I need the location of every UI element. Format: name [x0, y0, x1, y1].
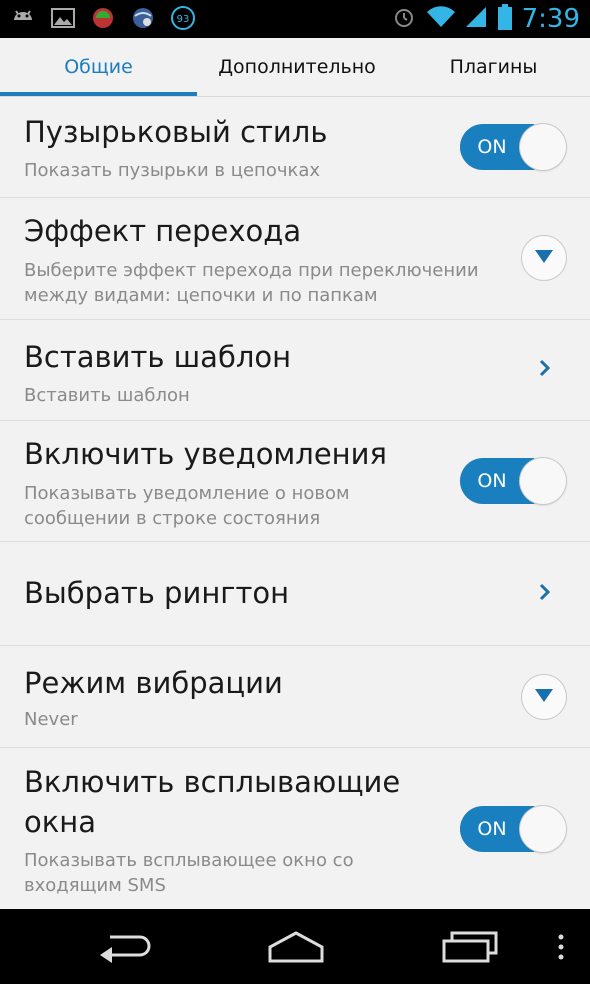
tab-advanced[interactable]: Дополнительно — [197, 38, 397, 96]
clock: 7:39 — [521, 4, 580, 34]
app-icon — [90, 6, 116, 30]
setting-title: Вставить шаблон — [24, 340, 292, 374]
setting-subtitle: Вставить шаблон — [24, 385, 190, 406]
signal-icon — [465, 5, 488, 33]
navigation-bar — [0, 909, 590, 984]
setting-popups[interactable]: Включить всплывающие окна Показывать всп… — [0, 748, 590, 909]
battery-icon — [497, 4, 512, 34]
tab-bar: Общие Дополнительно Плагины — [0, 38, 590, 97]
setting-title: Эффект перехода — [24, 214, 302, 248]
setting-title: Включить уведомления — [24, 437, 387, 471]
popups-toggle[interactable]: ON — [460, 806, 566, 852]
setting-title: Пузырьковый стиль — [24, 115, 328, 149]
home-button[interactable] — [266, 927, 326, 971]
vibration-dropdown[interactable] — [522, 675, 566, 719]
chevron-right-icon — [538, 358, 552, 382]
android-icon — [10, 6, 36, 30]
tab-indicator — [0, 92, 197, 96]
tab-plugins[interactable]: Плагины — [397, 38, 590, 96]
setting-subtitle-line1: Показывать уведомление о новом — [24, 483, 350, 504]
back-button[interactable] — [96, 927, 152, 971]
toggle-knob — [520, 458, 566, 504]
notifications-toggle[interactable]: ON — [460, 458, 566, 504]
transition-effect-dropdown[interactable] — [522, 236, 566, 280]
setting-bubble-style[interactable]: Пузырьковый стиль Показать пузырьки в це… — [0, 97, 590, 198]
status-bar: 93 7:39 — [0, 0, 590, 38]
setting-insert-template[interactable]: Вставить шаблон Вставить шаблон — [0, 320, 590, 421]
globe-icon — [130, 6, 156, 30]
setting-title: Выбрать рингтон — [24, 576, 290, 610]
setting-notifications[interactable]: Включить уведомления Показывать уведомле… — [0, 421, 590, 542]
bubble-style-toggle[interactable]: ON — [460, 124, 566, 170]
toggle-knob — [520, 806, 566, 852]
setting-title-line1: Включить всплывающие — [24, 765, 401, 799]
image-icon — [50, 6, 76, 30]
battery-badge-text: 93 — [177, 14, 190, 25]
chevron-right-icon — [538, 582, 552, 606]
alarm-icon — [392, 5, 416, 33]
triangle-down-icon — [534, 687, 554, 707]
setting-title: Режим вибрации — [24, 666, 283, 700]
toggle-knob — [520, 124, 566, 170]
setting-subtitle: Never — [24, 709, 78, 730]
setting-title-line2: окна — [24, 805, 96, 839]
badge-icon: 93 — [170, 6, 196, 30]
setting-subtitle-line2: сообщении в строке состояния — [24, 508, 321, 529]
setting-ringtone[interactable]: Выбрать рингтон — [0, 542, 590, 646]
wifi-icon — [426, 5, 456, 33]
setting-subtitle: Показать пузырьки в цепочках — [24, 160, 321, 181]
setting-subtitle-line2: между видами: цепочки и по папкам — [24, 285, 378, 306]
setting-transition-effect[interactable]: Эффект перехода Выберите эффект перехода… — [0, 198, 590, 320]
settings-list: Пузырьковый стиль Показать пузырьки в це… — [0, 97, 590, 909]
triangle-down-icon — [534, 248, 554, 268]
setting-subtitle-line1: Показывать всплывающее окно со — [24, 850, 354, 871]
setting-subtitle-line2: входящим SMS — [24, 875, 166, 896]
tab-general[interactable]: Общие — [0, 38, 197, 96]
recent-apps-button[interactable] — [440, 927, 500, 971]
menu-overflow-icon[interactable] — [556, 927, 566, 971]
setting-vibration[interactable]: Режим вибрации Never — [0, 646, 590, 748]
setting-subtitle-line1: Выберите эффект перехода при переключени… — [24, 260, 479, 281]
